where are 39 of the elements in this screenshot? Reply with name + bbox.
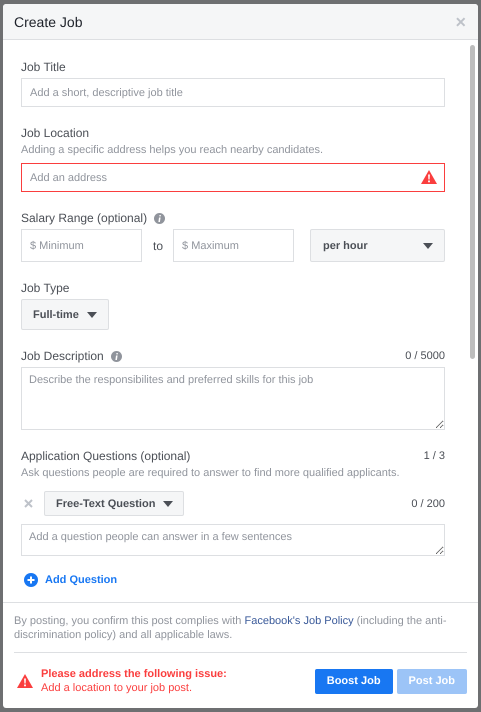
policy-text: By posting, you confirm this post complies with Facebook's Job Policy (including the anti-discrimination policy) and all applicable laws. [14,614,467,653]
dropdown[interactable]: Free-Text Question [44,491,184,516]
warning-icon [17,674,33,688]
input-field[interactable]: Add a short, descriptive job title [21,78,445,107]
dropdown[interactable]: per hour [310,229,445,262]
hint-text: Ask questions people are required to answer to find more qualified applicants. [21,467,401,479]
job-button[interactable]: Boost Job [314,668,393,694]
text-area[interactable]: Describe the responsibilites and preferred skills for this job [21,367,445,430]
dialog-title: Create Job [14,14,82,30]
field-label: Salary Range (optional) [21,211,148,225]
error-message: Add a location to your job post. [41,681,194,695]
error-title: Please address the following issue: [41,667,227,681]
input-field[interactable]: $ Minimum [21,229,142,262]
character-counter: 0 / 200 [411,498,445,510]
info-icon [110,350,122,362]
close-icon [24,499,33,508]
question-counter: 1 / 3 [424,450,445,462]
field-label: Job Title [21,60,67,74]
info-icon [154,212,166,224]
address-field[interactable]: Add an address [21,163,445,192]
separator-text: to [153,238,164,252]
plus-circle-icon [24,573,38,587]
dropdown[interactable]: Full-time [21,299,109,330]
caret-icon [86,312,97,318]
caret-icon [423,242,433,248]
text-area[interactable]: Add a question people can answer in a few sentences [21,524,445,556]
warning-icon [421,170,437,184]
remove-icon[interactable] [24,498,35,509]
policy-link[interactable]: Facebook's Job Policy [244,615,354,627]
input-field[interactable]: $ Maximum [173,229,294,262]
character-counter: 0 / 5000 [405,350,445,362]
field-label: Job Description [21,349,104,363]
field-label: Job Location [21,126,90,140]
caret-icon [163,500,174,506]
scrollbar-thumb[interactable] [470,45,475,359]
add-question-link[interactable]: Add Question [24,573,118,587]
hint-text: Adding a specific address helps you reach nearby candidates. [21,144,324,156]
field-label: Job Type [21,281,70,295]
field-label: Application Questions (optional) [21,449,190,463]
